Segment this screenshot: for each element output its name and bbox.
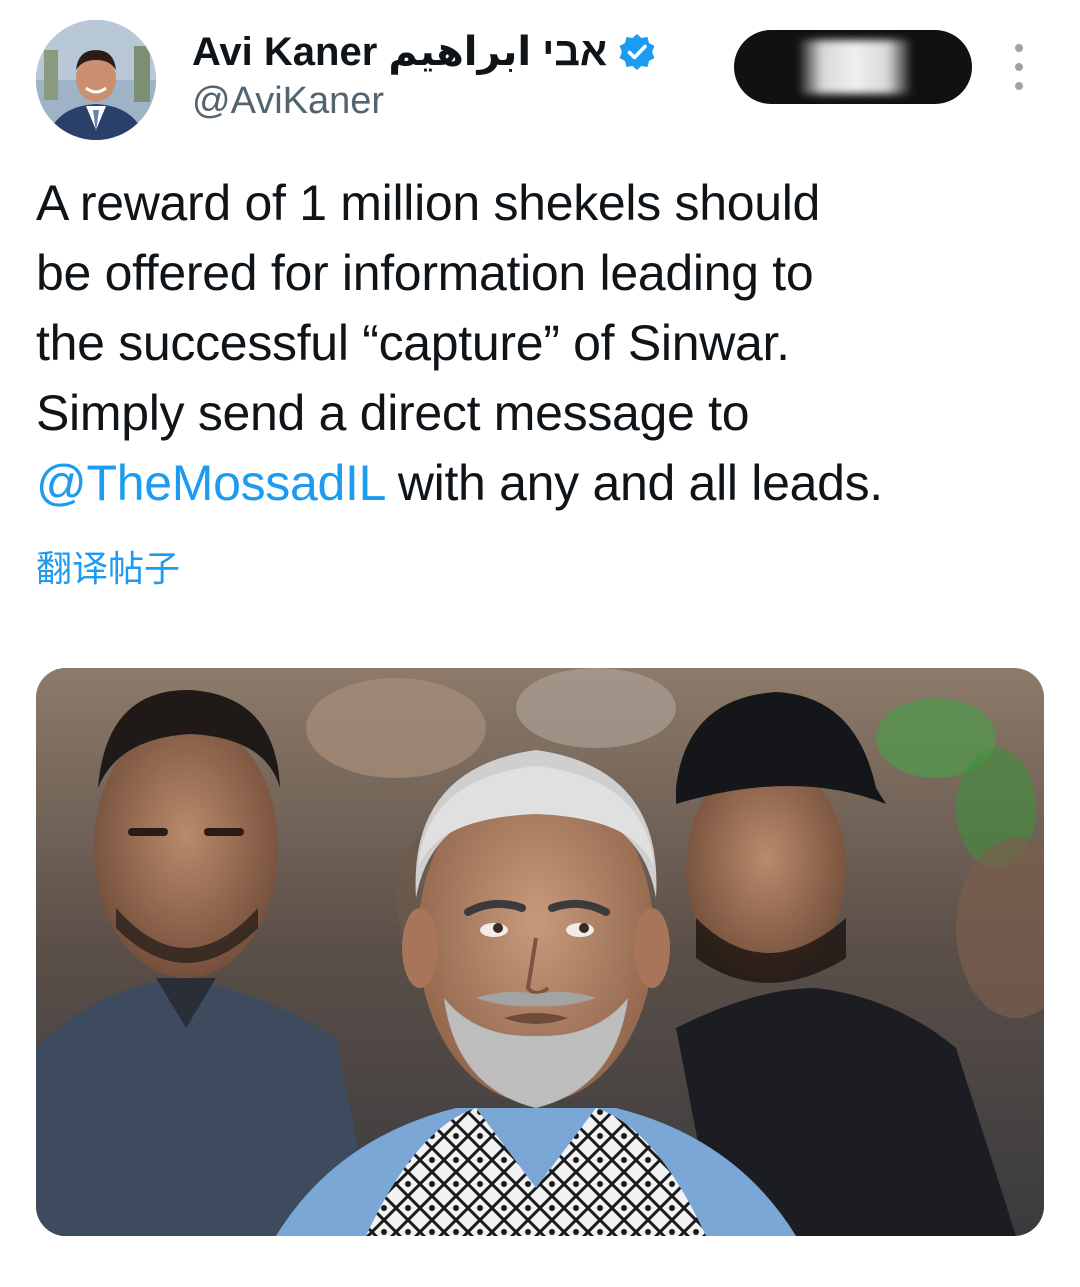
author-avatar[interactable] xyxy=(36,20,156,140)
author-name-row: Avi Kaner אבי ابراهيم xyxy=(192,28,657,76)
tweet-header: Avi Kaner אבי ابراهيم @AviKaner xyxy=(0,0,1080,150)
tweet-line: Simply send a direct message to xyxy=(36,385,750,441)
photo-image-icon xyxy=(36,668,1044,1236)
more-options-icon[interactable] xyxy=(1004,44,1034,90)
tweet-line: be offered for information leading to xyxy=(36,245,814,301)
tweet-line-rest: with any and all leads. xyxy=(384,455,883,511)
translate-post-link[interactable]: 翻译帖子 xyxy=(36,540,180,592)
more-dot xyxy=(1015,82,1023,90)
tweet-text: A reward of 1 million shekels should be … xyxy=(36,168,1046,518)
more-dot xyxy=(1015,63,1023,71)
redacted-label xyxy=(800,40,910,94)
tweet-line: the successful “capture” of Sinwar. xyxy=(36,315,790,371)
subscribe-button[interactable] xyxy=(734,30,972,104)
tweet-line: A reward of 1 million shekels should xyxy=(36,175,821,231)
tweet-media-photo[interactable] xyxy=(36,668,1044,1236)
avatar-photo-icon xyxy=(36,20,156,140)
more-dot xyxy=(1015,44,1023,52)
author-handle[interactable]: @AviKaner xyxy=(192,80,384,123)
bottom-spacer xyxy=(0,1236,1080,1287)
author-display-name[interactable]: Avi Kaner אבי ابراهيم xyxy=(192,29,607,75)
tweet-line-last: @TheMossadIL with any and all leads. xyxy=(36,448,1046,518)
mention-link[interactable]: @TheMossadIL xyxy=(36,455,385,511)
verified-badge-icon xyxy=(617,32,657,72)
